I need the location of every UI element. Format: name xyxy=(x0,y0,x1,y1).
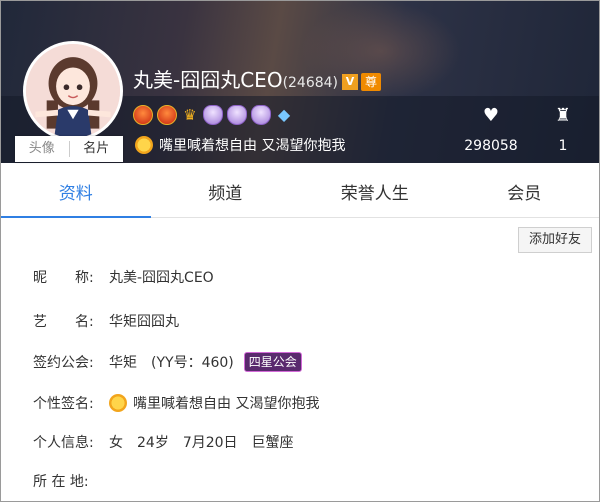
tab-channel[interactable]: 频道 xyxy=(151,171,301,217)
avatar-tabs: 头像 名片 xyxy=(15,136,123,162)
info-row-stage-name: 艺 名: 华矩囧囧丸 xyxy=(33,311,179,331)
purple-shield-icon[interactable] xyxy=(203,105,223,125)
nickname-label: 昵 称: xyxy=(33,270,94,286)
info-row-personal: 个人信息: 女 24岁 7月20日 巨蟹座 xyxy=(33,432,294,452)
tab-member[interactable]: 会员 xyxy=(450,171,600,217)
personal-info-label: 个人信息: xyxy=(33,435,94,451)
header-signature-text: 嘴里喊着想自由 又渴望你抱我 xyxy=(159,138,346,154)
diamond-icon[interactable]: ◆ xyxy=(275,106,293,124)
rank-count: 1 xyxy=(558,138,568,154)
likes-count: 298058 xyxy=(464,138,518,154)
stage-name-value: 华矩囧囧丸 xyxy=(109,314,179,330)
signature-label: 个性签名: xyxy=(33,396,94,412)
user-id: (24684) xyxy=(282,75,339,91)
tab-profile[interactable]: 资料 xyxy=(1,171,151,218)
rank-stat[interactable]: ♜ 1 xyxy=(548,105,578,154)
add-friend-button[interactable]: 添加好友 xyxy=(518,227,592,253)
red-medal-icon[interactable] xyxy=(133,105,153,125)
tab-namecard[interactable]: 名片 xyxy=(70,136,124,162)
tab-avatar[interactable]: 头像 xyxy=(15,136,69,162)
nickname: 丸美-囧囧丸CEO xyxy=(133,68,283,92)
location-label: 所 在 地: xyxy=(33,474,89,490)
stage-name-label: 艺 名: xyxy=(33,314,94,330)
guild-value[interactable]: 华矩 (YY号：460) xyxy=(109,352,234,372)
sun-emoji-icon xyxy=(109,394,127,412)
avatar-illustration xyxy=(26,44,120,138)
crown-icon[interactable]: ♛ xyxy=(181,107,199,123)
nickname-value: 丸美-囧囧丸CEO xyxy=(109,270,214,286)
tab-honor[interactable]: 荣誉人生 xyxy=(300,171,450,217)
guild-label: 签约公会: xyxy=(33,355,94,371)
header-signature: 嘴里喊着想自由 又渴望你抱我 xyxy=(135,135,345,155)
sun-emoji-icon xyxy=(135,136,153,154)
heart-icon: ♥ xyxy=(482,105,500,126)
avatar[interactable] xyxy=(23,41,123,141)
purple-shield-icon[interactable] xyxy=(251,105,271,125)
personal-info-value: 女 24岁 7月20日 巨蟹座 xyxy=(109,435,294,451)
vip-zun-badge-icon: 尊 xyxy=(361,72,382,91)
red-medal-icon[interactable] xyxy=(157,105,177,125)
info-row-location: 所 在 地: xyxy=(33,471,109,491)
profile-tabs: 资料 频道 荣誉人生 会员 xyxy=(1,171,599,218)
profile-card: 头像 名片 丸美-囧囧丸CEO(24684) V 尊 ♛ ◆ 嘴里喊着想自由 又渴望… xyxy=(0,0,600,502)
info-row-guild: 签约公会: 华矩 (YY号：460) 四星公会 xyxy=(33,352,302,372)
info-row-nickname: 昵 称: 丸美-囧囧丸CEO xyxy=(33,267,214,287)
purple-shield-icon[interactable] xyxy=(227,105,247,125)
info-row-signature: 个性签名: 嘴里喊着想自由 又渴望你抱我 xyxy=(33,393,319,413)
likes-stat[interactable]: ♥ 298058 xyxy=(461,105,521,154)
guild-star-badge: 四星公会 xyxy=(243,352,302,372)
trophy-icon: ♜ xyxy=(554,105,572,126)
signature-value: 嘴里喊着想自由 又渴望你抱我 xyxy=(133,396,320,412)
v-badge-icon: V xyxy=(342,73,359,90)
badge-row: ♛ ◆ xyxy=(133,104,293,126)
profile-name: 丸美-囧囧丸CEO(24684) V 尊 xyxy=(133,64,382,93)
